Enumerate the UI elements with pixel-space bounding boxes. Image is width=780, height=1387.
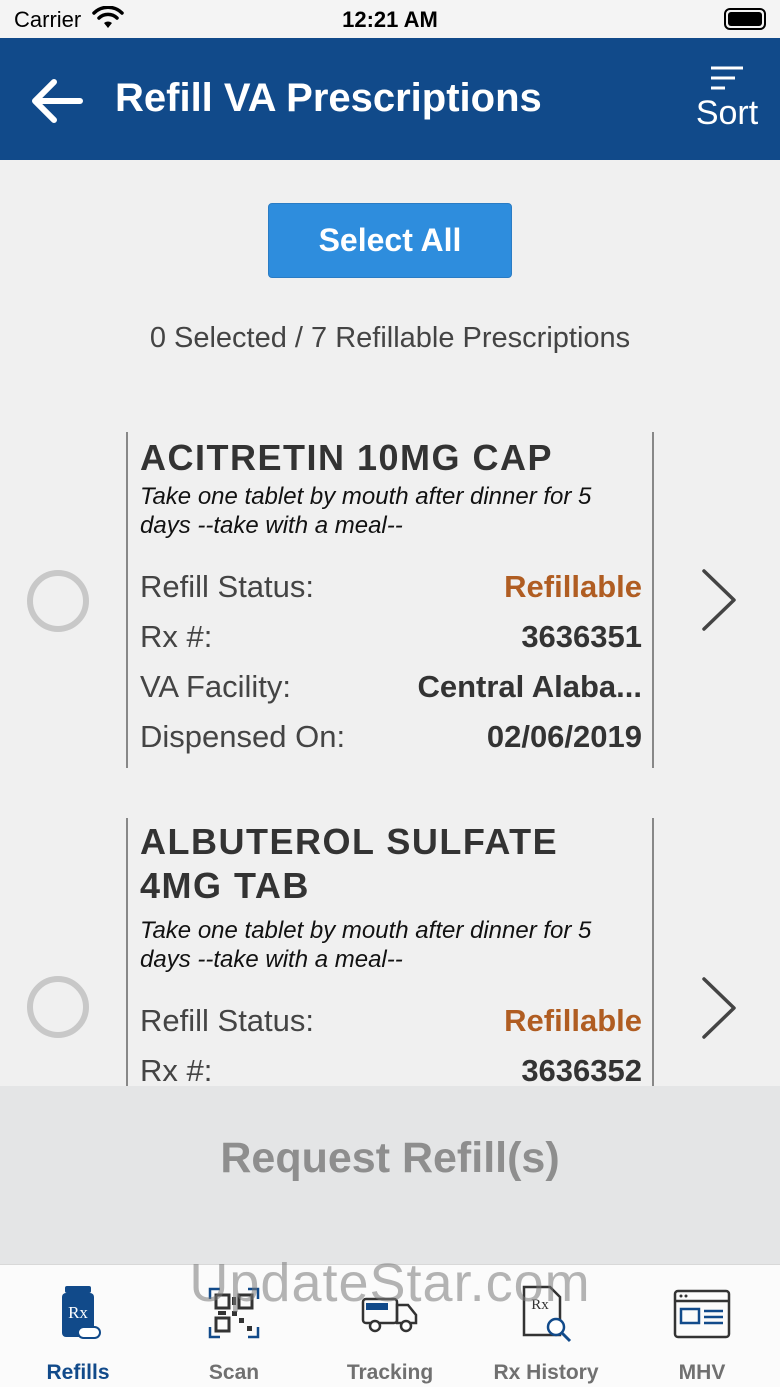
rx-number-value: 3636351 (521, 619, 642, 654)
sort-button[interactable]: Sort (692, 64, 762, 133)
prescription-card[interactable]: ACITRETIN 10MG CAP Take one tablet by mo… (126, 432, 654, 768)
dispensed-value: 02/06/2019 (486, 719, 642, 754)
rx-number-label: Rx #: (140, 1053, 213, 1086)
tab-refills[interactable]: Rx Refills (0, 1265, 156, 1387)
rx-document-search-icon: Rx (522, 1285, 572, 1343)
select-radio[interactable] (27, 570, 89, 632)
drug-instructions: Take one tablet by mouth after dinner fo… (140, 917, 592, 973)
request-refill-panel: Request Refill(s) (0, 1086, 780, 1264)
tab-bar: Rx Refills Scan Tracking Rx Rx History M… (0, 1264, 780, 1387)
tab-scan[interactable]: Scan (156, 1265, 312, 1387)
refill-status-row: Refill Status: Refillable (128, 996, 652, 1046)
select-radio[interactable] (27, 976, 89, 1038)
selection-counter: 0 Selected / 7 Refillable Prescriptions (149, 322, 631, 354)
dispensed-label: Dispensed On: (140, 719, 346, 754)
page-title: Refill VA Prescriptions (115, 76, 542, 120)
drug-name: ALBUTEROL SULFATE 4MG TAB (140, 821, 559, 906)
battery-icon (724, 8, 766, 30)
facility-value: Central Alaba... (417, 669, 642, 704)
pill-bottle-icon: Rx (62, 1286, 101, 1339)
svg-text:Rx: Rx (68, 1303, 88, 1322)
drug-name: ACITRETIN 10MG CAP (140, 437, 554, 478)
refill-status-label: Refill Status: (140, 569, 315, 604)
dispensed-row: Dispensed On: 02/06/2019 (128, 712, 652, 762)
rx-number-label: Rx #: (140, 619, 213, 654)
facility-row: VA Facility: Central Alaba... (128, 662, 652, 712)
qr-code-icon (208, 1287, 260, 1339)
refill-status-row: Refill Status: Refillable (128, 562, 652, 612)
request-refill-button[interactable]: Request Refill(s) (0, 1134, 780, 1183)
chevron-right-icon[interactable] (698, 975, 740, 1041)
select-all-button[interactable]: Select All (268, 203, 512, 278)
tab-tracking[interactable]: Tracking (312, 1265, 468, 1387)
sort-icon (711, 66, 743, 90)
status-bar: Carrier 12:21 AM (0, 0, 780, 38)
drug-instructions: Take one tablet by mouth after dinner fo… (140, 483, 592, 539)
tab-mhv[interactable]: MHV (624, 1265, 780, 1387)
app-header: Refill VA Prescriptions Sort (0, 38, 780, 160)
back-arrow-icon[interactable] (28, 72, 86, 130)
svg-text:Rx: Rx (531, 1297, 549, 1313)
rx-number-row: Rx #: 3636351 (128, 612, 652, 662)
tab-label: MHV (678, 1361, 726, 1384)
rx-number-value: 3636352 (521, 1053, 642, 1086)
refill-status-value: Refillable (504, 569, 642, 604)
prescription-item[interactable]: ALBUTEROL SULFATE 4MG TAB Take one table… (0, 818, 780, 1086)
clock: 12:21 AM (342, 7, 438, 32)
delivery-truck-icon (361, 1297, 418, 1333)
tab-label: Refills (46, 1361, 110, 1384)
refill-status-label: Refill Status: (140, 1003, 315, 1038)
prescription-card[interactable]: ALBUTEROL SULFATE 4MG TAB Take one table… (126, 818, 654, 1086)
rx-number-row: Rx #: 3636352 (128, 1046, 652, 1086)
tab-label: Tracking (346, 1361, 434, 1384)
sort-label: Sort (695, 94, 759, 132)
tab-label: Rx History (493, 1361, 599, 1384)
chevron-right-icon[interactable] (698, 567, 740, 633)
browser-window-icon (673, 1289, 731, 1339)
tab-label: Scan (208, 1361, 260, 1384)
facility-label: VA Facility: (140, 669, 292, 704)
tab-rx-history[interactable]: Rx Rx History (468, 1265, 624, 1387)
refill-status-value: Refillable (504, 1003, 642, 1038)
prescription-item[interactable]: ACITRETIN 10MG CAP Take one tablet by mo… (0, 432, 780, 768)
